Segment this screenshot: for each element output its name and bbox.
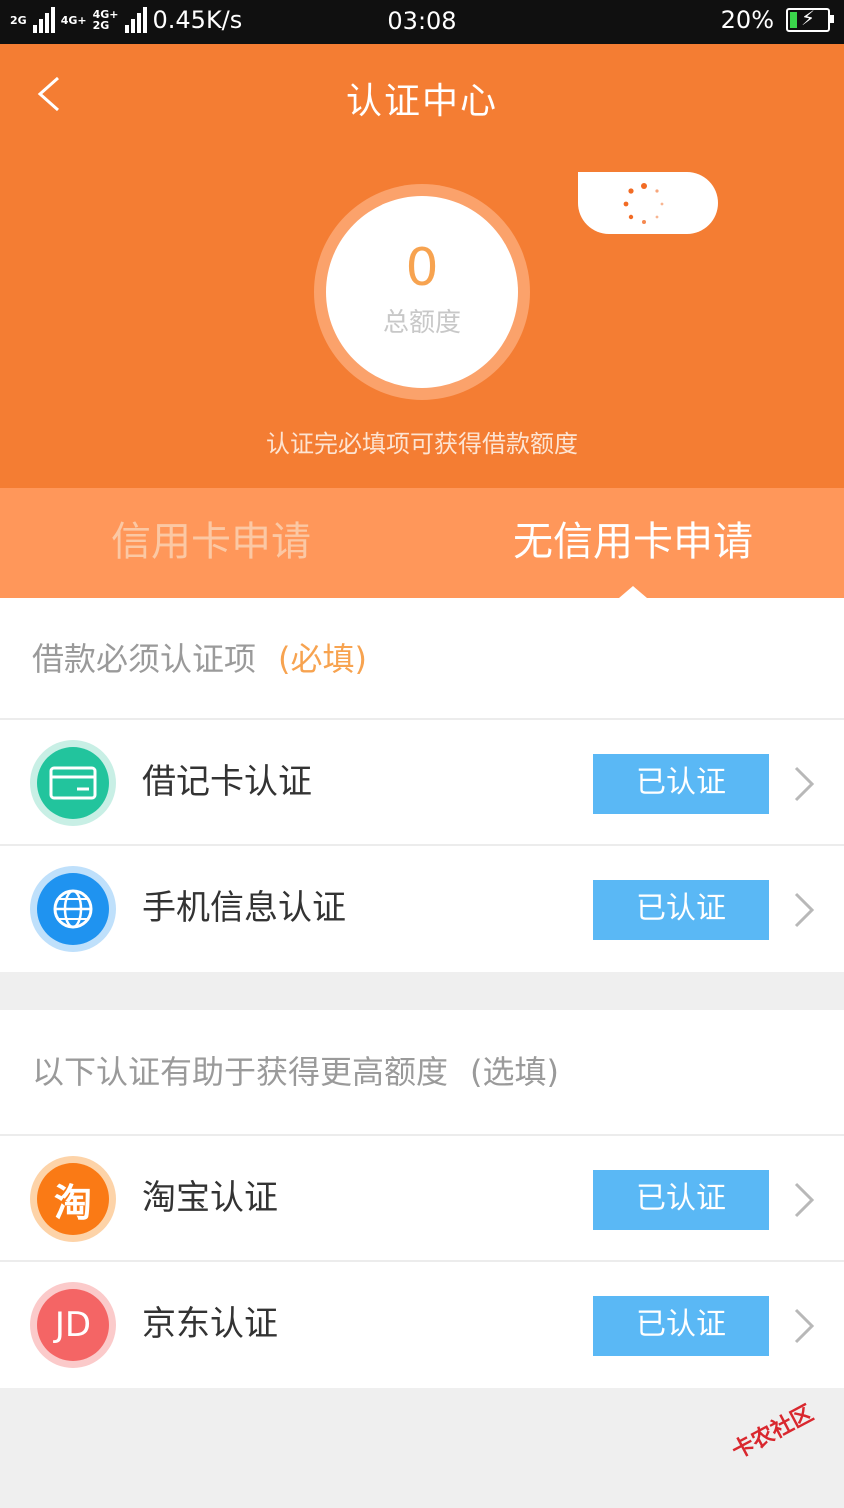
chevron-right-icon bbox=[794, 1308, 815, 1344]
verified-button[interactable]: 已认证 bbox=[593, 754, 769, 814]
optional-section-header: 以下认证有助于获得更高额度 (选填) bbox=[0, 1010, 844, 1136]
list-item-label: 淘宝认证 bbox=[142, 1178, 278, 1218]
list-item-label: 借记卡认证 bbox=[142, 762, 312, 802]
watermark-logo: 卡农社区 bbox=[728, 1401, 818, 1465]
hint-text: 认证完必填项可获得借款额度 bbox=[266, 430, 578, 458]
list-item-label: 手机信息认证 bbox=[142, 888, 346, 928]
amount-circle: 0 总额度 bbox=[326, 196, 518, 388]
verified-button[interactable]: 已认证 bbox=[593, 1296, 769, 1356]
jd-icon: JD bbox=[30, 1282, 116, 1368]
required-tag: (必填) bbox=[278, 640, 367, 678]
list-item-label: 京东认证 bbox=[142, 1304, 278, 1344]
required-section: 借款必须认证项 (必填) 借记卡认证 已认证 手机信息认证 已认证 bbox=[0, 598, 844, 972]
loading-bubble bbox=[578, 172, 718, 234]
list-item-jd[interactable]: JD 京东认证 已认证 bbox=[0, 1262, 844, 1388]
list-item-phone-info[interactable]: 手机信息认证 已认证 bbox=[0, 846, 844, 972]
loading-spinner-icon bbox=[623, 183, 664, 224]
page-title: 认证中心 bbox=[345, 81, 498, 122]
list-item-taobao[interactable]: 淘 淘宝认证 已认证 bbox=[0, 1136, 844, 1262]
chevron-right-icon bbox=[794, 766, 815, 802]
list-item-debit-card[interactable]: 借记卡认证 已认证 bbox=[0, 720, 844, 846]
optional-section-title: 以下认证有助于获得更高额度 bbox=[32, 1053, 449, 1091]
total-amount-value: 0 bbox=[405, 238, 439, 298]
globe-icon bbox=[30, 866, 116, 952]
battery-icon: ⚡ bbox=[786, 6, 834, 32]
amount-ring: 0 总额度 bbox=[314, 184, 530, 400]
bank-card-icon bbox=[30, 740, 116, 826]
total-amount-label: 总额度 bbox=[382, 308, 461, 338]
taobao-icon: 淘 bbox=[30, 1156, 116, 1242]
tab-credit-card[interactable]: 信用卡申请 bbox=[0, 488, 422, 598]
status-right: 20% ⚡ bbox=[720, 6, 834, 34]
status-time: 03:08 bbox=[387, 7, 457, 35]
required-section-title: 借款必须认证项 bbox=[32, 640, 257, 678]
header: 认证中心 0 总额度 认证完必填项可获得借款额度 bbox=[0, 44, 844, 488]
chevron-right-icon bbox=[794, 1182, 815, 1218]
tab-no-credit-card[interactable]: 无信用卡申请 bbox=[422, 488, 844, 598]
status-bar: 2G 4G+ 4G+ 2G 0.45K/s 03:08 20% ⚡ bbox=[0, 0, 844, 44]
charging-icon: ⚡ bbox=[801, 6, 816, 30]
tab-bar: 信用卡申请 无信用卡申请 bbox=[0, 488, 844, 598]
optional-tag: (选填) bbox=[470, 1053, 559, 1091]
verified-button[interactable]: 已认证 bbox=[593, 880, 769, 940]
battery-fill bbox=[790, 12, 798, 28]
chevron-right-icon bbox=[794, 892, 815, 928]
battery-percent: 20% bbox=[720, 6, 774, 34]
verified-button[interactable]: 已认证 bbox=[593, 1170, 769, 1230]
required-section-header: 借款必须认证项 (必填) bbox=[0, 598, 844, 720]
optional-section: 以下认证有助于获得更高额度 (选填) 淘 淘宝认证 已认证 JD 京东认证 已认证 bbox=[0, 1010, 844, 1388]
